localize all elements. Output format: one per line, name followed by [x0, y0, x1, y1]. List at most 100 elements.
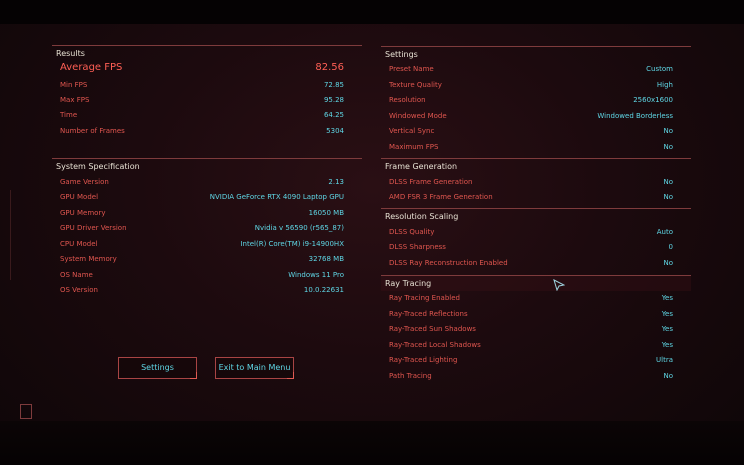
path-tracing-row: Path Tracing No [389, 370, 673, 382]
side-decoration [10, 190, 17, 280]
row-value: 16050 MB [308, 209, 344, 217]
row-value: Windows 11 Pro [288, 271, 344, 279]
game-version-row: Game Version 2.13 [60, 176, 362, 188]
row-label: Min FPS [60, 81, 88, 89]
row-value: No [663, 193, 673, 201]
row-label: Ray-Traced Reflections [389, 310, 468, 318]
row-label: Average FPS [60, 62, 123, 73]
max-fps-row: Max FPS 95.28 [60, 94, 362, 106]
row-value: Yes [661, 294, 673, 302]
bottom-letterbox [0, 421, 744, 465]
vertical-sync-row: Vertical Sync No [389, 125, 673, 137]
os-version-row: OS Version 10.0.22631 [60, 284, 362, 296]
row-label: Texture Quality [389, 81, 442, 89]
corner-logo-icon [20, 404, 32, 419]
preset-name-row: Preset Name Custom [389, 63, 673, 75]
row-label: Ray Tracing Enabled [389, 294, 460, 302]
row-value: 0 [668, 243, 673, 251]
fsr3-frame-generation-row: AMD FSR 3 Frame Generation No [389, 191, 673, 203]
rt-reflections-row: Ray-Traced Reflections Yes [389, 308, 673, 320]
ray-tracing-header: Ray Tracing [381, 275, 691, 291]
texture-quality-row: Texture Quality High [389, 79, 673, 91]
resolution-row: Resolution 2560x1600 [389, 94, 673, 106]
row-value: 95.28 [323, 96, 344, 104]
row-value: No [663, 178, 673, 186]
row-value: High [656, 81, 673, 89]
row-label: GPU Model [60, 193, 99, 201]
row-value: Ultra [656, 356, 673, 364]
gpu-driver-row: GPU Driver Version Nvidia v 56590 (r565_… [60, 222, 362, 234]
row-label: Ray-Traced Sun Shadows [389, 325, 476, 333]
resolution-scaling-header: Resolution Scaling [381, 208, 691, 224]
settings-button[interactable]: Settings [118, 357, 197, 379]
ray-tracing-enabled-row: Ray Tracing Enabled Yes [389, 292, 673, 304]
row-label: Max FPS [60, 96, 90, 104]
row-value: Custom [646, 65, 673, 73]
row-label: OS Name [60, 271, 93, 279]
row-value: Windowed Borderless [597, 112, 673, 120]
system-memory-row: System Memory 32768 MB [60, 253, 362, 265]
number-of-frames-row: Number of Frames 5304 [60, 125, 362, 137]
row-value: No [663, 127, 673, 135]
gpu-memory-row: GPU Memory 16050 MB [60, 207, 362, 219]
row-label: CPU Model [60, 240, 98, 248]
mouse-cursor-icon [553, 279, 565, 291]
frame-generation-panel: Frame Generation DLSS Frame Generation N… [381, 158, 691, 206]
row-label: DLSS Sharpness [389, 243, 446, 251]
row-label: Ray-Traced Local Shadows [389, 341, 481, 349]
row-value: No [663, 259, 673, 267]
row-label: Vertical Sync [389, 127, 435, 135]
row-label: Resolution [389, 96, 426, 104]
row-label: DLSS Ray Reconstruction Enabled [389, 259, 508, 267]
dlss-frame-generation-row: DLSS Frame Generation No [389, 176, 673, 188]
settings-panel: Settings Preset Name Custom Texture Qual… [381, 46, 691, 156]
row-value: No [663, 143, 673, 151]
average-fps-row: Average FPS 82.56 [60, 62, 362, 74]
row-value: Yes [661, 310, 673, 318]
results-panel: Results Average FPS 82.56 Min FPS 72.85 … [52, 45, 362, 145]
row-value: 32768 MB [308, 255, 344, 263]
row-label: DLSS Frame Generation [389, 178, 473, 186]
time-row: Time 64.25 [60, 109, 362, 121]
results-header: Results [52, 45, 362, 61]
exit-to-main-menu-button[interactable]: Exit to Main Menu [215, 357, 294, 379]
gpu-model-row: GPU Model NVIDIA GeForce RTX 4090 Laptop… [60, 191, 362, 203]
row-value: No [663, 372, 673, 380]
row-label: Number of Frames [60, 127, 125, 135]
row-value: Yes [661, 341, 673, 349]
resolution-scaling-panel: Resolution Scaling DLSS Quality Auto DLS… [381, 208, 691, 272]
row-value: 10.0.22631 [303, 286, 344, 294]
row-label: Windowed Mode [389, 112, 447, 120]
row-value: 2560x1600 [633, 96, 673, 104]
row-label: Path Tracing [389, 372, 432, 380]
row-value: 82.56 [315, 62, 344, 73]
maximum-fps-row: Maximum FPS No [389, 141, 673, 153]
dlss-sharpness-row: DLSS Sharpness 0 [389, 241, 673, 253]
rt-lighting-row: Ray-Traced Lighting Ultra [389, 354, 673, 366]
system-spec-header: System Specification [52, 158, 362, 174]
rt-local-shadows-row: Ray-Traced Local Shadows Yes [389, 339, 673, 351]
dlss-quality-row: DLSS Quality Auto [389, 226, 673, 238]
row-label: GPU Driver Version [60, 224, 127, 232]
os-name-row: OS Name Windows 11 Pro [60, 269, 362, 281]
settings-header: Settings [381, 46, 691, 62]
top-letterbox [0, 0, 744, 24]
row-value: Nvidia v 56590 (r565_87) [254, 224, 344, 232]
row-label: GPU Memory [60, 209, 106, 217]
row-label: OS Version [60, 286, 98, 294]
row-label: Ray-Traced Lighting [389, 356, 458, 364]
row-label: Time [60, 111, 78, 119]
row-label: Preset Name [389, 65, 434, 73]
windowed-mode-row: Windowed Mode Windowed Borderless [389, 110, 673, 122]
cpu-model-row: CPU Model Intel(R) Core(TM) i9-14900HX [60, 238, 362, 250]
frame-generation-header: Frame Generation [381, 158, 691, 174]
ray-tracing-panel: Ray Tracing Ray Tracing Enabled Yes Ray-… [381, 275, 691, 385]
row-label: AMD FSR 3 Frame Generation [389, 193, 493, 201]
row-label: Maximum FPS [389, 143, 439, 151]
row-label: System Memory [60, 255, 117, 263]
row-value: Intel(R) Core(TM) i9-14900HX [240, 240, 344, 248]
row-value: 2.13 [328, 178, 344, 186]
row-label: Game Version [60, 178, 109, 186]
min-fps-row: Min FPS 72.85 [60, 79, 362, 91]
row-value: Auto [656, 228, 673, 236]
